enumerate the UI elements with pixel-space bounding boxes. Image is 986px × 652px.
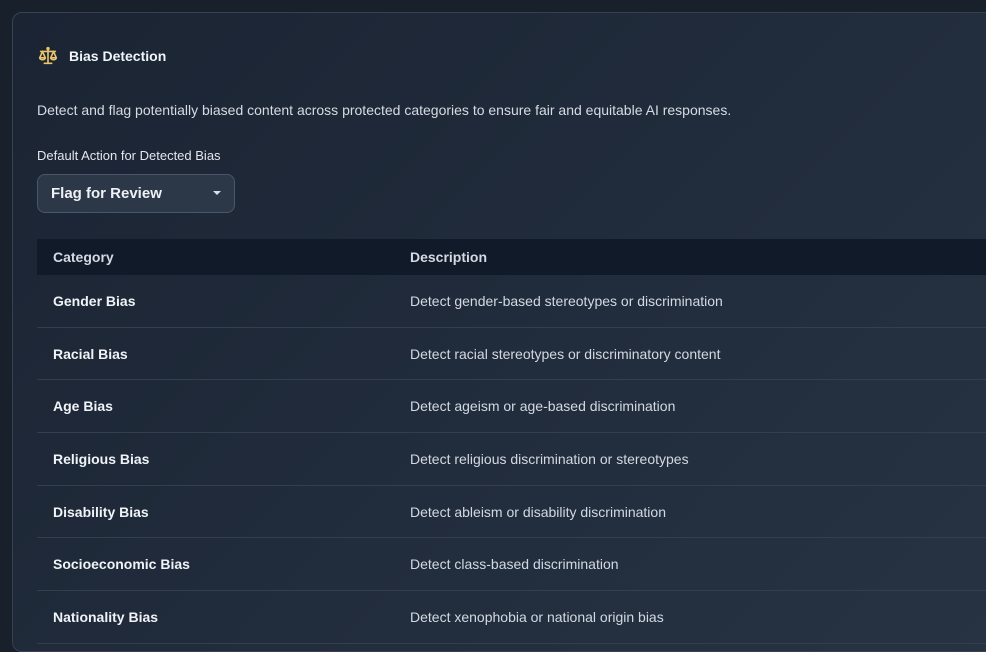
row-description: Detect religious discrimination or stere… <box>410 450 689 467</box>
row-description: Detect racial stereotypes or discriminat… <box>410 345 721 362</box>
table-header: Category Description <box>37 239 986 275</box>
row-category: Gender Bias <box>53 292 136 309</box>
bias-detection-panel: Bias Detection Detect and flag potential… <box>12 12 986 652</box>
scale-icon <box>37 45 59 67</box>
table-row[interactable]: Nationality Bias Detect xenophobia or na… <box>37 591 986 644</box>
default-action-label: Default Action for Detected Bias <box>37 148 221 163</box>
row-description: Detect xenophobia or national origin bia… <box>410 608 664 625</box>
section-description: Detect and flag potentially biased conte… <box>37 102 732 118</box>
row-category: Religious Bias <box>53 450 150 467</box>
table-row[interactable]: Age Bias Detect ageism or age-based disc… <box>37 380 986 434</box>
caret-down-icon <box>213 191 221 195</box>
row-description: Detect ableism or disability discriminat… <box>410 503 666 520</box>
row-description: Detect ageism or age-based discriminatio… <box>410 398 676 415</box>
bias-categories-table: Category Description Gender Bias Detect … <box>37 239 986 644</box>
table-row[interactable]: Religious Bias Detect religious discrimi… <box>37 433 986 486</box>
row-description: Detect class-based discrimination <box>410 556 619 573</box>
default-action-select[interactable]: Flag for Review <box>37 174 235 213</box>
column-header-category: Category <box>53 249 114 265</box>
section-header: Bias Detection <box>37 45 166 67</box>
row-category: Nationality Bias <box>53 608 159 625</box>
row-description: Detect gender-based stereotypes or discr… <box>410 292 723 309</box>
section-title: Bias Detection <box>69 48 167 64</box>
row-category: Socioeconomic Bias <box>53 556 190 573</box>
row-category: Age Bias <box>53 398 113 415</box>
table-row[interactable]: Racial Bias Detect racial stereotypes or… <box>37 328 986 381</box>
row-category: Disability Bias <box>53 503 149 520</box>
table-row[interactable]: Disability Bias Detect ableism or disabi… <box>37 486 986 539</box>
table-row[interactable]: Gender Bias Detect gender-based stereoty… <box>37 275 986 328</box>
default-action-value: Flag for Review <box>51 185 162 202</box>
row-category: Racial Bias <box>53 345 128 362</box>
column-header-description: Description <box>410 249 488 265</box>
table-row[interactable]: Socioeconomic Bias Detect class-based di… <box>37 538 986 592</box>
